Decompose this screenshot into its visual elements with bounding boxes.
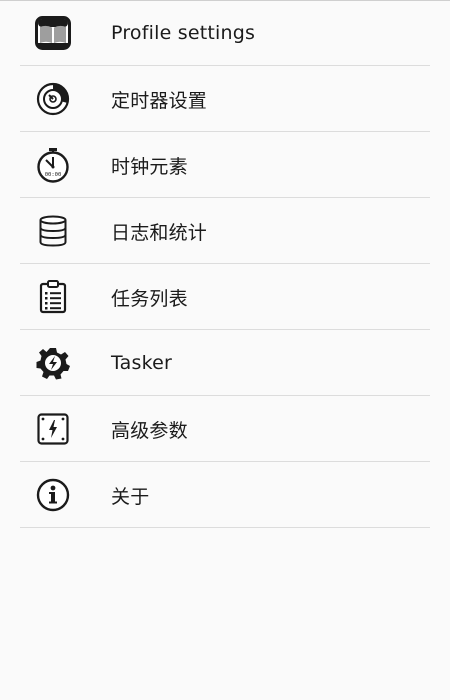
book-icon [33,13,73,53]
menu-item-label: 定时器设置 [111,89,208,112]
menu-item-label: 高级参数 [111,419,188,442]
clipboard-list-icon [33,277,73,317]
menu-item-timer-settings[interactable]: 定时器设置 [0,66,450,132]
clock-icon: 00:00 [33,145,73,185]
menu-item-clock-elements[interactable]: 00:00 时钟元素 [0,132,450,198]
menu-item-label: 关于 [111,485,150,508]
tasker-gear-icon [33,343,73,383]
menu-item-advanced-parameters[interactable]: 高级参数 [0,396,450,462]
menu-item-label: 日志和统计 [111,221,208,244]
timer-dial-icon [33,79,73,119]
menu-item-label: Tasker [111,352,173,374]
menu-item-log-statistics[interactable]: 日志和统计 [0,198,450,264]
database-icon [33,211,73,251]
info-icon [33,475,73,515]
menu-item-label: 任务列表 [111,287,188,310]
power-panel-icon [33,409,73,449]
settings-menu: Profile settings 定时器设置 00:00 时钟元素 日志和统计 … [0,0,450,528]
clock-icon-text: 00:00 [45,172,62,178]
menu-item-about[interactable]: 关于 [0,462,450,528]
menu-item-task-list[interactable]: 任务列表 [0,264,450,330]
menu-item-label: 时钟元素 [111,155,188,178]
menu-item-profile-settings[interactable]: Profile settings [0,0,450,66]
menu-item-label: Profile settings [111,22,256,44]
menu-item-tasker[interactable]: Tasker [0,330,450,396]
